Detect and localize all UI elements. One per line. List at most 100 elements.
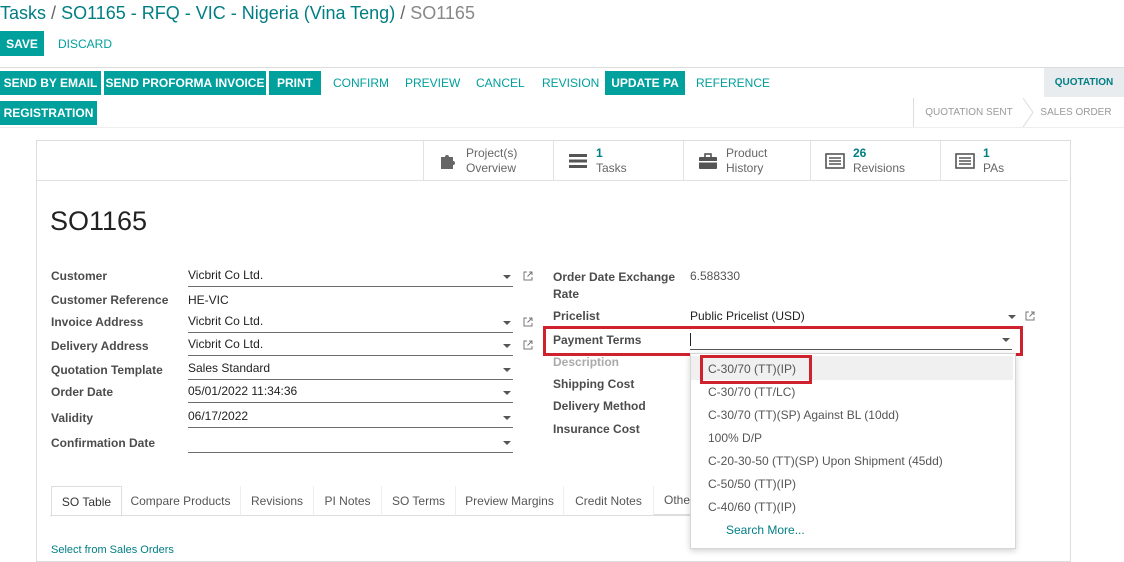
chevron-down-icon	[1008, 315, 1016, 319]
external-link-icon[interactable]	[523, 340, 533, 350]
breadcrumb-tasks-link[interactable]: Tasks	[0, 3, 46, 23]
external-link-icon[interactable]	[523, 317, 533, 327]
cancel-button[interactable]: CANCEL	[476, 71, 525, 95]
discard-button[interactable]: DISCARD	[58, 31, 112, 56]
tab-pi-notes-label: PI Notes	[324, 493, 371, 508]
tab-credit-notes[interactable]: Credit Notes	[564, 486, 654, 516]
customer-reference-label: Customer Reference	[51, 293, 169, 307]
revisions-label: Revisions	[853, 160, 906, 175]
header-divider	[0, 67, 1124, 68]
send-proforma-invoice-button[interactable]: SEND PROFORMA INVOICE	[104, 71, 266, 95]
customer-value: Vicbrit Co Ltd.	[188, 268, 264, 282]
pricelist-field[interactable]: Public Pricelist (USD)	[690, 309, 1020, 327]
external-link-icon[interactable]	[1025, 311, 1035, 321]
external-link-icon[interactable]	[523, 271, 533, 281]
tasks-icon	[569, 153, 587, 168]
status-quotation-label: QUOTATION	[1054, 77, 1114, 88]
tab-so-table[interactable]: SO Table	[51, 486, 122, 517]
delivery-method-label: Delivery Method	[553, 399, 646, 413]
confirmation-date-field[interactable]	[188, 434, 513, 453]
send-by-email-button[interactable]: SEND BY EMAIL	[0, 71, 101, 95]
product-history-button[interactable]: Product History	[683, 141, 811, 180]
delivery-address-label: Delivery Address	[51, 339, 149, 353]
confirmation-date-label: Confirmation Date	[51, 436, 156, 450]
validity-value: 06/17/2022	[188, 409, 249, 423]
save-button[interactable]: SAVE	[0, 31, 44, 56]
tab-preview-margins-label: Preview Margins	[465, 493, 554, 508]
chevron-down-icon	[503, 416, 511, 420]
search-more-link[interactable]: Search More...	[726, 523, 805, 537]
product-history-line1: Product	[726, 145, 768, 160]
order-date-field[interactable]: 05/01/2022 11:34:36	[188, 384, 513, 403]
tab-revisions[interactable]: Revisions	[241, 486, 314, 516]
status-quotation[interactable]: QUOTATION	[1044, 68, 1124, 97]
breadcrumb-separator: /	[51, 3, 57, 23]
dropdown-option[interactable]: C-30/70 (TT)(SP) Against BL (10dd)	[708, 408, 899, 422]
confirm-button[interactable]: CONFIRM	[333, 71, 389, 95]
status-sales-order[interactable]: SALES ORDER	[1034, 98, 1118, 127]
select-from-sales-orders-link[interactable]: Select from Sales Orders	[51, 544, 174, 556]
tab-so-terms[interactable]: SO Terms	[382, 486, 456, 516]
print-button[interactable]: PRINT	[269, 71, 321, 95]
chevron-down-icon	[503, 441, 511, 445]
tasks-smart-button[interactable]: 1 Tasks	[553, 141, 684, 180]
breadcrumb-parent-link[interactable]: SO1165 - RFQ - VIC - Nigeria (Vina Teng)	[61, 3, 395, 23]
tab-pi-notes[interactable]: PI Notes	[314, 486, 382, 516]
exchange-rate-label-line1: Order Date Exchange	[553, 270, 676, 284]
preview-button[interactable]: PREVIEW	[405, 71, 460, 95]
tasks-count: 1	[596, 145, 603, 160]
dropdown-option[interactable]: C-30/70 (TT/LC)	[708, 385, 795, 399]
tab-so-terms-label: SO Terms	[391, 493, 446, 508]
button-box-divider	[37, 180, 1068, 181]
delivery-address-value: Vicbrit Co Ltd.	[188, 337, 264, 351]
exchange-rate-label: Order Date Exchange Rate	[553, 269, 675, 303]
registration-button[interactable]: REGISTRATION	[0, 101, 97, 125]
product-history-line2: History	[726, 160, 764, 175]
tab-credit-notes-label: Credit Notes	[575, 493, 642, 508]
projects-overview-button[interactable]: Project(s) Overview	[423, 141, 554, 180]
projects-line2: Overview	[466, 160, 517, 175]
statusbar-bottom-divider	[0, 127, 1124, 128]
insurance-cost-label: Insurance Cost	[553, 422, 640, 436]
chevron-down-icon	[503, 344, 511, 348]
breadcrumb-separator: /	[400, 3, 406, 23]
shipping-cost-label: Shipping Cost	[553, 377, 635, 391]
validity-field[interactable]: 06/17/2022	[188, 409, 513, 428]
quotation-template-value: Sales Standard	[188, 361, 271, 375]
projects-line1: Project(s)	[466, 145, 518, 160]
invoice-address-value: Vicbrit Co Ltd.	[188, 314, 264, 328]
dropdown-option[interactable]: C-30/70 (TT)(IP)	[708, 362, 796, 376]
customer-field[interactable]: Vicbrit Co Ltd.	[188, 268, 513, 287]
status-quotation-sent[interactable]: QUOTATION SENT	[913, 98, 1024, 127]
tab-preview-margins[interactable]: Preview Margins	[456, 486, 564, 516]
list-icon	[825, 152, 845, 169]
dropdown-option[interactable]: C-20-30-50 (TT)(SP) Upon Shipment (45dd)	[708, 454, 943, 468]
revision-button[interactable]: REVISION	[542, 71, 599, 95]
chevron-down-icon	[503, 321, 511, 325]
pas-smart-button[interactable]: 1 PAs	[940, 141, 1069, 180]
breadcrumb: Tasks / SO1165 - RFQ - VIC - Nigeria (Vi…	[0, 3, 475, 24]
chevron-down-icon	[1002, 338, 1010, 342]
invoice-address-field[interactable]: Vicbrit Co Ltd.	[188, 314, 513, 333]
invoice-address-label: Invoice Address	[51, 315, 144, 329]
payment-terms-label: Payment Terms	[553, 333, 642, 347]
dropdown-option[interactable]: C-50/50 (TT)(IP)	[708, 477, 796, 491]
tab-revisions-label: Revisions	[250, 493, 304, 508]
tab-other[interactable]: Othe	[654, 486, 694, 515]
tab-compare-products[interactable]: Compare Products	[121, 486, 241, 516]
payment-terms-input[interactable]	[690, 331, 1012, 350]
puzzle-icon	[441, 154, 455, 169]
status-quotation-sent-label: QUOTATION SENT	[925, 107, 1013, 118]
update-pa-button[interactable]: UPDATE PA	[605, 71, 685, 95]
tab-compare-products-label: Compare Products	[130, 493, 231, 508]
delivery-address-field[interactable]: Vicbrit Co Ltd.	[188, 337, 513, 356]
revisions-smart-button[interactable]: 26 Revisions	[810, 141, 941, 180]
dropdown-option[interactable]: C-40/60 (TT)(IP)	[708, 500, 796, 514]
quotation-template-field[interactable]: Sales Standard	[188, 361, 513, 380]
order-date-label: Order Date	[51, 385, 114, 399]
dropdown-option[interactable]: 100% D/P	[708, 431, 762, 445]
reference-button[interactable]: REFERENCE	[696, 71, 770, 95]
quotation-template-label: Quotation Template	[51, 363, 163, 377]
tasks-label: Tasks	[596, 160, 627, 175]
customer-reference-value: HE-VIC	[188, 293, 229, 307]
